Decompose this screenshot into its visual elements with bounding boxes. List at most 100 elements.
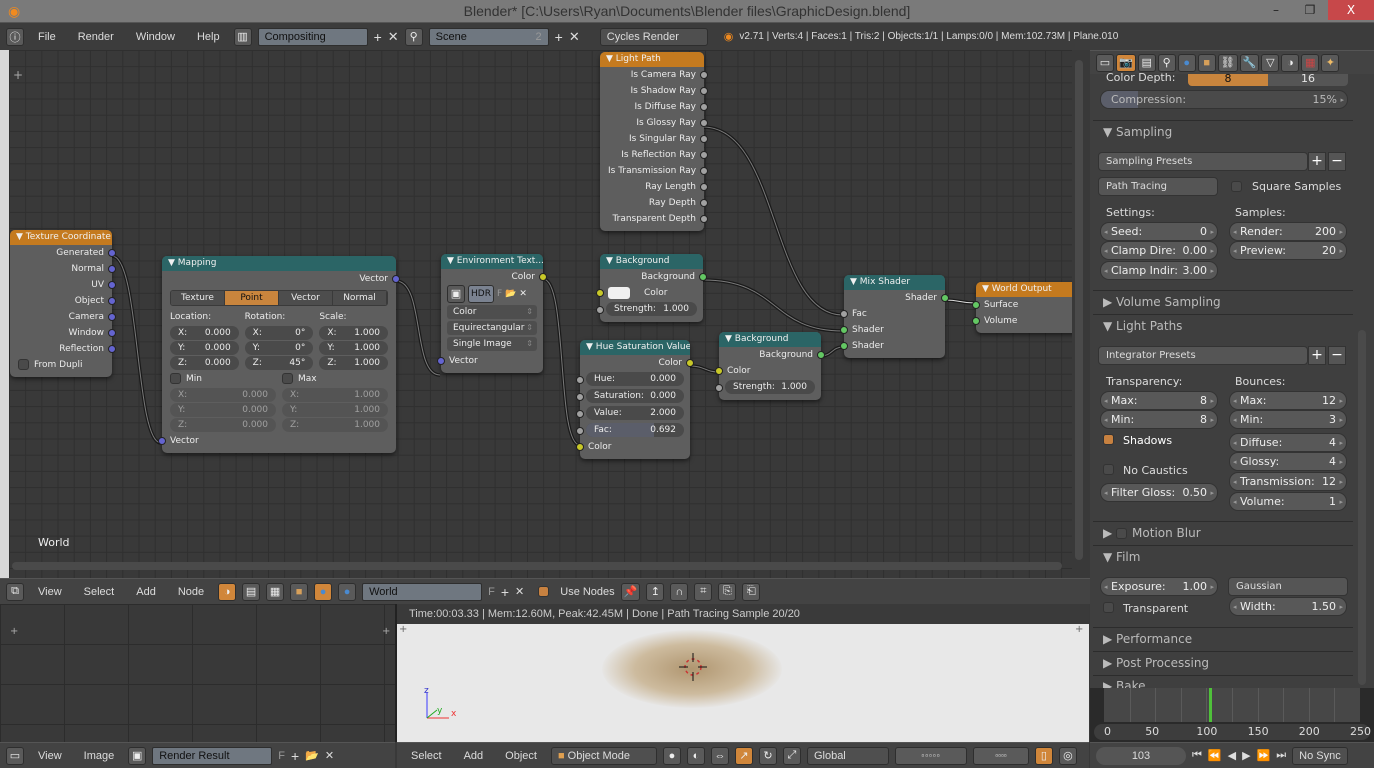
axis-field[interactable]: X: 1.000: [319, 326, 389, 340]
expand-toolbar-icon[interactable]: +: [399, 624, 407, 635]
axis-field[interactable]: Z: 1.000: [319, 356, 389, 370]
jump-keyframe-back-icon[interactable]: ⏪: [1208, 749, 1222, 762]
mode-dropdown[interactable]: ■ Object Mode: [550, 746, 657, 765]
socket-sh[interactable]: [699, 273, 707, 281]
shader-nodes-icon[interactable]: ◑: [218, 582, 237, 601]
data-tab-icon[interactable]: ▽: [1261, 53, 1280, 72]
socket-gray[interactable]: [700, 183, 708, 191]
tab-vector[interactable]: Vector: [279, 291, 333, 305]
render-engine-dropdown[interactable]: Cycles Render: [599, 27, 708, 46]
world-tab-icon[interactable]: ●: [1177, 53, 1196, 72]
socket-sh[interactable]: [817, 351, 825, 359]
render-tab-icon[interactable]: 📷: [1116, 53, 1136, 72]
add-preset-button[interactable]: +: [1308, 346, 1326, 365]
use-nodes-checkbox[interactable]: [538, 586, 550, 597]
no-caustics-checkbox[interactable]: [1103, 464, 1114, 475]
min-max-toggle[interactable]: Min: [170, 371, 276, 387]
seed-field[interactable]: Seed: 0: [1100, 222, 1218, 241]
socket-gray[interactable]: [576, 427, 584, 435]
dropdown[interactable]: Equirectangular: [447, 321, 537, 335]
transform-orientation-dropdown[interactable]: Global: [806, 746, 889, 765]
menu-window[interactable]: Window: [128, 31, 183, 43]
scene-icon[interactable]: ⚲: [404, 27, 423, 46]
collapse-triangle-icon[interactable]: ▼: [850, 277, 860, 287]
particles-tab-icon[interactable]: ✦: [1321, 53, 1340, 72]
node-header[interactable]: ▼ Texture Coordinate: [10, 230, 112, 245]
node-lightpath[interactable]: ▼ Light Path Is Camera Ray Is Shadow Ray Is…: [600, 52, 708, 231]
axis-field[interactable]: Z: 1.000: [282, 418, 388, 432]
editor-type-icon[interactable]: ▭: [6, 746, 24, 765]
snap-element-icon[interactable]: ⌗: [694, 582, 713, 601]
texture-tab-icon[interactable]: ▦: [1301, 53, 1320, 72]
socket-gray[interactable]: [700, 151, 708, 159]
socket-vec[interactable]: [108, 345, 116, 353]
dropdown[interactable]: Color: [447, 305, 537, 319]
socket-gray[interactable]: [700, 71, 708, 79]
socket-vec[interactable]: [108, 297, 116, 305]
node-header[interactable]: ▼ Background: [719, 332, 821, 347]
color-swatch[interactable]: [608, 286, 630, 299]
sampling-panel-header[interactable]: ▼ Sampling: [1093, 120, 1353, 142]
world-shader-icon[interactable]: ●: [314, 582, 333, 601]
axis-field[interactable]: X: 0°: [244, 326, 314, 340]
socket-col[interactable]: [539, 273, 547, 281]
socket-gray[interactable]: [576, 393, 584, 401]
socket-sh[interactable]: [840, 326, 848, 334]
material-tab-icon[interactable]: ◑: [1281, 53, 1300, 72]
exposure-field[interactable]: Exposure: 1.00: [1100, 577, 1218, 596]
menu-object[interactable]: Object: [497, 750, 545, 762]
expand-toolbar-icon[interactable]: +: [10, 626, 18, 637]
image-browse-icon[interactable]: ▣: [447, 285, 465, 303]
fake-user-button[interactable]: F: [488, 586, 495, 598]
axis-field[interactable]: Z: 0.000: [170, 356, 239, 370]
layers-grid-1[interactable]: ▫▫▫▫▫: [894, 746, 967, 765]
pivot-icon[interactable]: ◐: [686, 746, 705, 765]
transparency-max-field[interactable]: Max: 8: [1100, 391, 1218, 410]
tab-texture[interactable]: Texture: [171, 291, 225, 305]
jump-start-icon[interactable]: ⏮: [1192, 749, 1202, 762]
properties-scrollbar[interactable]: [1358, 330, 1366, 685]
menu-select[interactable]: Select: [76, 586, 123, 598]
expand-properties-icon[interactable]: +: [1075, 624, 1083, 635]
dropdown[interactable]: Single Image: [447, 337, 537, 351]
fake-user-button[interactable]: F: [497, 286, 502, 302]
image-editor-canvas[interactable]: + +: [0, 604, 395, 742]
axis-field[interactable]: Y: 0.000: [170, 403, 276, 417]
collapse-triangle-icon[interactable]: ▼: [447, 256, 457, 266]
image-name-field[interactable]: HDR: [468, 285, 494, 303]
socket-vec[interactable]: [108, 249, 116, 257]
image-browse-icon[interactable]: ▣: [128, 746, 147, 765]
socket-sh[interactable]: [972, 301, 980, 309]
socket-gray[interactable]: [700, 119, 708, 127]
texture-nodes-icon[interactable]: ▦: [266, 582, 285, 601]
diffuse-bounces-field[interactable]: Diffuse: 4: [1229, 433, 1347, 452]
socket-gray[interactable]: [715, 384, 723, 392]
node-texcoord[interactable]: ▼ Texture Coordinate Generated Normal UV Obj…: [10, 230, 116, 377]
remove-preset-button[interactable]: −: [1328, 152, 1346, 171]
collapse-triangle-icon[interactable]: ▼: [725, 334, 735, 344]
axis-field[interactable]: Y: 1.000: [282, 403, 388, 417]
render-layer-icon[interactable]: ◎: [1058, 746, 1077, 765]
play-reverse-icon[interactable]: ◀: [1228, 749, 1236, 762]
light-paths-panel-header[interactable]: ▼ Light Paths: [1093, 314, 1353, 336]
axis-field[interactable]: X: 0.000: [170, 326, 239, 340]
collapse-triangle-icon[interactable]: ▼: [606, 256, 616, 266]
axis-field[interactable]: X: 0.000: [170, 388, 276, 402]
jump-end-icon[interactable]: ⏭: [1276, 749, 1286, 762]
node-header[interactable]: ▼ Mix Shader: [844, 275, 945, 290]
socket-gray[interactable]: [700, 215, 708, 223]
tab-normal[interactable]: Normal: [333, 291, 387, 305]
timeline-area[interactable]: 0 50 100 150 200 250: [1090, 688, 1374, 742]
menu-view[interactable]: View: [30, 750, 70, 762]
object-tab-icon[interactable]: ■: [1197, 53, 1216, 72]
motion-blur-panel-header[interactable]: ▶ Motion Blur: [1093, 521, 1353, 543]
menu-help[interactable]: Help: [189, 31, 228, 43]
rotate-manipulator-icon[interactable]: ↻: [758, 746, 777, 765]
current-frame-field[interactable]: 103: [1096, 746, 1186, 765]
menu-image[interactable]: Image: [76, 750, 123, 762]
node-mix[interactable]: ▼ Mix Shader Shader Fac Shader Shader: [840, 275, 949, 358]
collapse-triangle-icon[interactable]: ▼: [982, 284, 992, 294]
socket-gray[interactable]: [700, 167, 708, 175]
socket-sh[interactable]: [840, 342, 848, 350]
value-field[interactable]: Fac: 0.692: [586, 423, 684, 437]
